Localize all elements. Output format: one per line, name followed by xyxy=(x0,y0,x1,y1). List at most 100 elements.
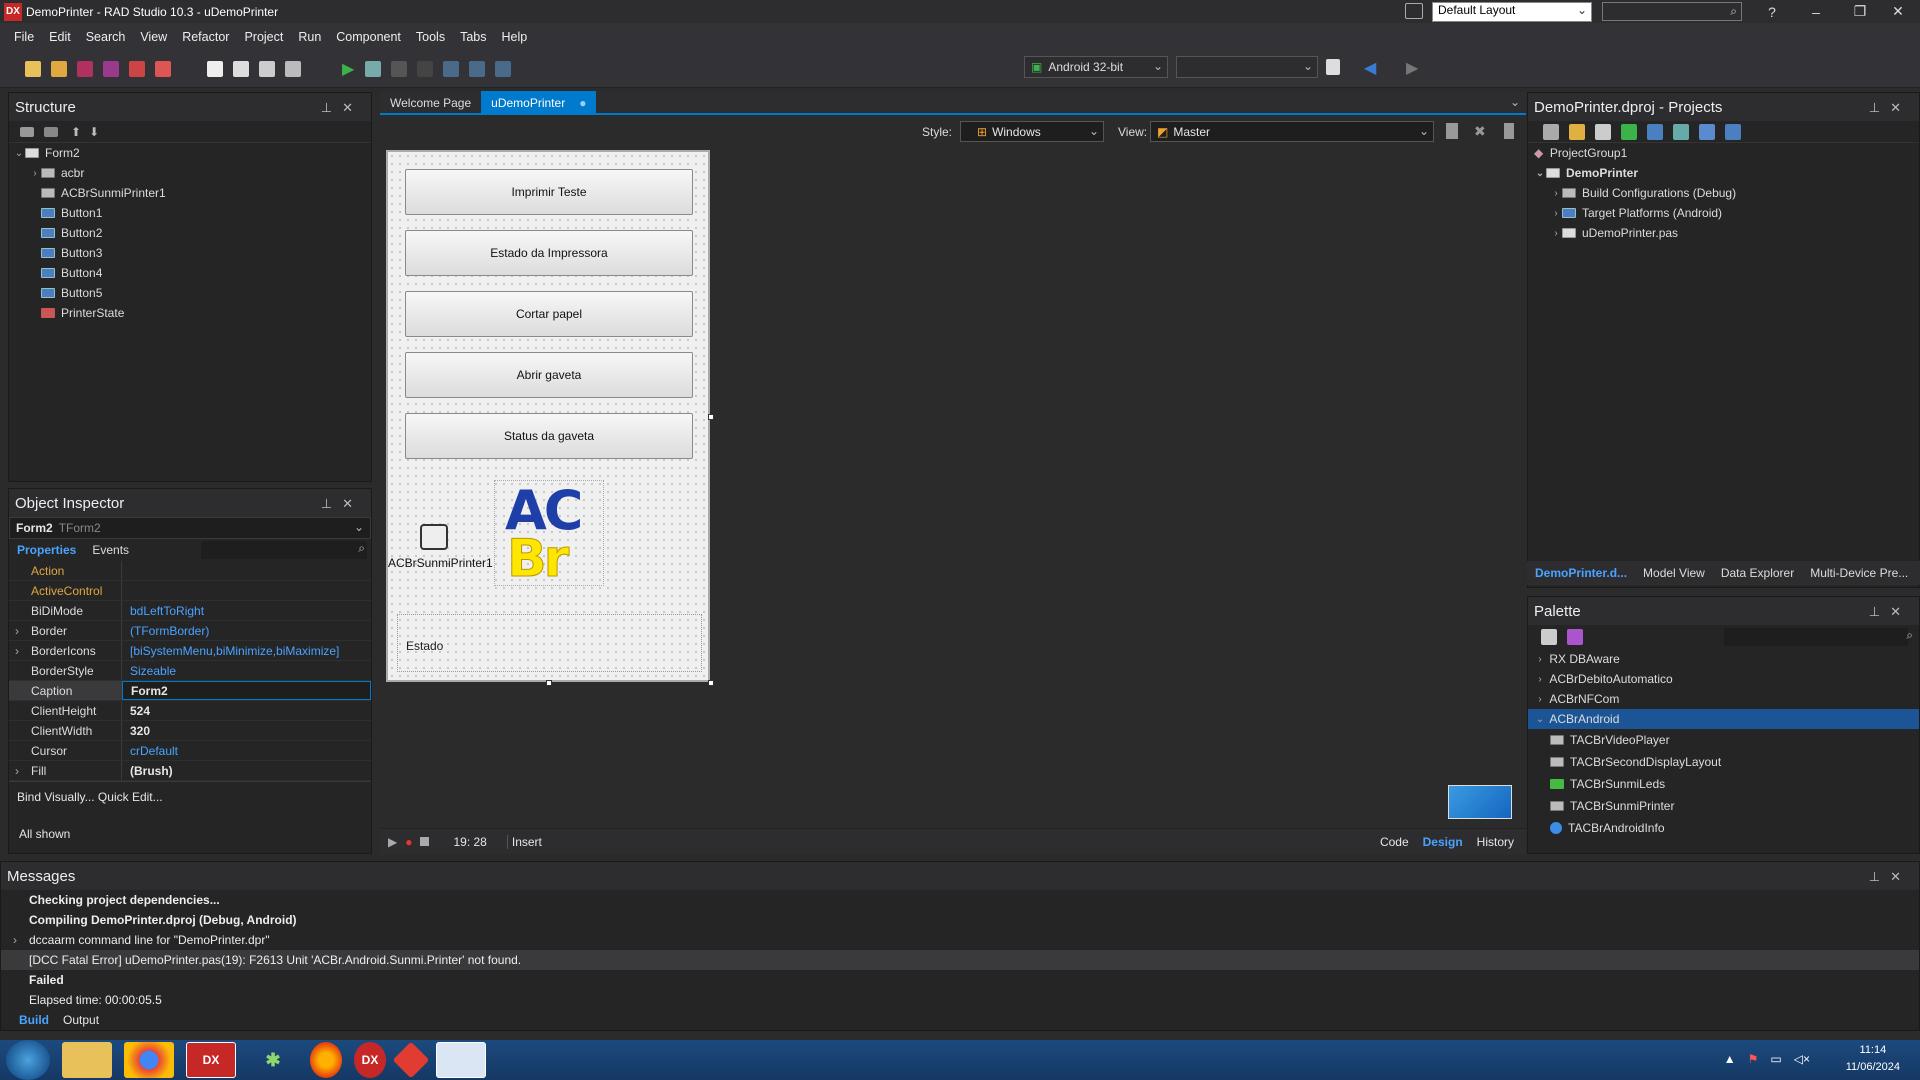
close-icon[interactable] xyxy=(155,60,171,77)
chevron-down-icon[interactable]: ⌄ xyxy=(1534,714,1546,725)
property-row[interactable]: Action xyxy=(9,561,371,581)
action-center-icon[interactable]: ⚑ xyxy=(1748,1052,1759,1066)
remove-icon[interactable] xyxy=(1595,123,1611,140)
chevron-right-icon[interactable]: › xyxy=(1550,228,1562,239)
git-icon[interactable] xyxy=(392,1041,430,1079)
palette-group[interactable]: › ACBrNFCom xyxy=(1528,689,1919,709)
property-row[interactable]: › Fill (Brush) xyxy=(9,761,371,781)
property-row[interactable]: ActiveControl xyxy=(9,581,371,601)
menu-project[interactable]: Project xyxy=(244,30,283,44)
tree-item-button5[interactable]: Button5 xyxy=(9,283,371,303)
new-file-icon[interactable] xyxy=(207,60,223,77)
orientation-icon[interactable] xyxy=(1446,123,1458,139)
tab-welcome-page[interactable]: Welcome Page xyxy=(380,91,481,114)
build-config-select[interactable]: ⌄ xyxy=(1176,56,1318,78)
expand-icon[interactable] xyxy=(1673,123,1689,140)
build-icon[interactable] xyxy=(1647,123,1663,140)
windows-preview-icon[interactable] xyxy=(1448,785,1512,819)
tab-model-view[interactable]: Model View xyxy=(1635,566,1713,580)
palette-category-icon[interactable] xyxy=(1541,629,1557,645)
acbr-logo-image[interactable]: AC Br xyxy=(494,479,604,590)
button5[interactable]: Status da gaveta xyxy=(405,413,693,459)
property-row[interactable]: BorderStyle Sizeable xyxy=(9,661,371,681)
network-icon[interactable]: ▭ xyxy=(1770,1052,1781,1066)
add-icon[interactable] xyxy=(1569,123,1585,140)
remote-desktop-icon[interactable] xyxy=(436,1042,486,1078)
palette-group[interactable]: › RX DBAware xyxy=(1528,649,1919,669)
resize-handle[interactable] xyxy=(708,414,714,420)
collapse-all-icon[interactable] xyxy=(44,126,58,137)
expand-all-icon[interactable] xyxy=(20,126,34,137)
button3[interactable]: Cortar papel xyxy=(405,291,693,337)
close-button[interactable]: ✕ xyxy=(1876,0,1920,23)
style-select[interactable]: ⊞ Windows ⌄ xyxy=(960,121,1104,142)
resize-handle[interactable] xyxy=(708,680,714,686)
menu-run[interactable]: Run xyxy=(298,30,321,44)
open-project-icon[interactable] xyxy=(129,60,145,77)
tab-code[interactable]: Code xyxy=(1380,835,1409,849)
menu-view[interactable]: View xyxy=(140,30,167,44)
resize-handle[interactable] xyxy=(546,680,552,686)
view-icon[interactable] xyxy=(1725,123,1741,140)
run-icon[interactable]: ▶ xyxy=(342,59,354,79)
stop-macro-icon[interactable] xyxy=(420,837,430,846)
palette-item[interactable]: TACBrSunmiLeds xyxy=(1528,773,1919,795)
menu-refactor[interactable]: Refactor xyxy=(182,30,229,44)
chevron-right-icon[interactable]: › xyxy=(1550,188,1562,199)
chevron-right-icon[interactable]: › xyxy=(13,933,17,947)
tree-target-platforms[interactable]: › Target Platforms (Android) xyxy=(1528,203,1919,223)
save-icon[interactable] xyxy=(77,60,93,77)
menu-help[interactable]: Help xyxy=(502,30,528,44)
button4[interactable]: Abrir gaveta xyxy=(405,352,693,398)
open-icon[interactable] xyxy=(51,60,67,77)
palette-cursor-icon[interactable] xyxy=(1567,629,1583,645)
view-form-icon[interactable] xyxy=(259,60,275,77)
tree-item-button4[interactable]: Button4 xyxy=(9,263,371,283)
palette-search-input[interactable] xyxy=(1724,628,1908,646)
tab-design[interactable]: Design xyxy=(1423,835,1463,849)
object-selector[interactable]: Form2 TForm2 ⌄ xyxy=(9,517,371,539)
pin-close-icons[interactable]: ⊥✕ xyxy=(1869,869,1911,885)
rad-studio-2-icon[interactable]: DX xyxy=(354,1042,386,1078)
desktop-layout-select[interactable]: Default Layout ⌄ xyxy=(1432,2,1592,22)
menu-tools[interactable]: Tools xyxy=(416,30,445,44)
chevron-right-icon[interactable]: › xyxy=(29,168,41,179)
tab-build[interactable]: Build xyxy=(19,1013,49,1027)
ibexpert-icon[interactable]: ✱ xyxy=(248,1042,298,1078)
palette-item[interactable]: TACBrSunmiPrinter xyxy=(1528,795,1919,817)
device-preview-icon[interactable] xyxy=(1504,123,1514,139)
property-row[interactable]: Cursor crDefault xyxy=(9,741,371,761)
back-icon[interactable]: ◀ xyxy=(1364,58,1376,78)
minimize-button[interactable]: – xyxy=(1794,0,1838,23)
tree-item-form2[interactable]: ⌄ Form2 xyxy=(9,143,371,163)
chrome-icon[interactable] xyxy=(124,1042,174,1078)
sort-icon[interactable] xyxy=(1699,123,1715,140)
rad-studio-icon[interactable]: DX xyxy=(186,1042,236,1078)
chevron-right-icon[interactable]: › xyxy=(15,764,19,778)
tab-history[interactable]: History xyxy=(1477,835,1514,849)
error-message-line[interactable]: [DCC Fatal Error] uDemoPrinter.pas(19): … xyxy=(1,950,1919,970)
ide-search-input[interactable]: ⌕ xyxy=(1602,2,1742,21)
tab-properties[interactable]: Properties xyxy=(17,543,76,557)
view-select[interactable]: ◩ Master ⌄ xyxy=(1150,121,1434,142)
forward-icon[interactable]: ▶ xyxy=(1406,58,1418,78)
tab-multi-device[interactable]: Multi-Device Pre... xyxy=(1802,566,1916,580)
tree-item-sunmiprinter[interactable]: ACBrSunmiPrinter1 xyxy=(9,183,371,203)
firefox-icon[interactable] xyxy=(310,1042,342,1078)
property-row[interactable]: › BorderIcons [biSystemMenu,biMinimize,biM… xyxy=(9,641,371,661)
chevron-right-icon[interactable]: › xyxy=(15,644,19,658)
tab-output[interactable]: Output xyxy=(63,1013,99,1027)
volume-muted-icon[interactable]: ◁× xyxy=(1794,1052,1810,1066)
message-line[interactable]: Failed xyxy=(1,970,1919,990)
pin-close-icons[interactable]: ⊥✕ xyxy=(321,496,363,512)
play-macro-icon[interactable]: ▶ xyxy=(388,835,397,849)
menu-tabs[interactable]: Tabs xyxy=(460,30,486,44)
message-line[interactable]: Compiling DemoPrinter.dproj (Debug, Andr… xyxy=(1,910,1919,930)
form2-surface[interactable]: Imprimir Teste Estado da Impressora Cort… xyxy=(386,150,714,686)
palette-group[interactable]: › ACBrDebitoAutomatico xyxy=(1528,669,1919,689)
clock[interactable]: 11:14 11/06/2024 xyxy=(1846,1042,1900,1076)
pin-close-icons[interactable]: ⊥✕ xyxy=(1869,604,1911,620)
tree-build-configs[interactable]: › Build Configurations (Debug) xyxy=(1528,183,1919,203)
trace-into-icon[interactable] xyxy=(469,60,486,77)
down-arrow-icon[interactable]: ⬇ xyxy=(89,125,99,139)
